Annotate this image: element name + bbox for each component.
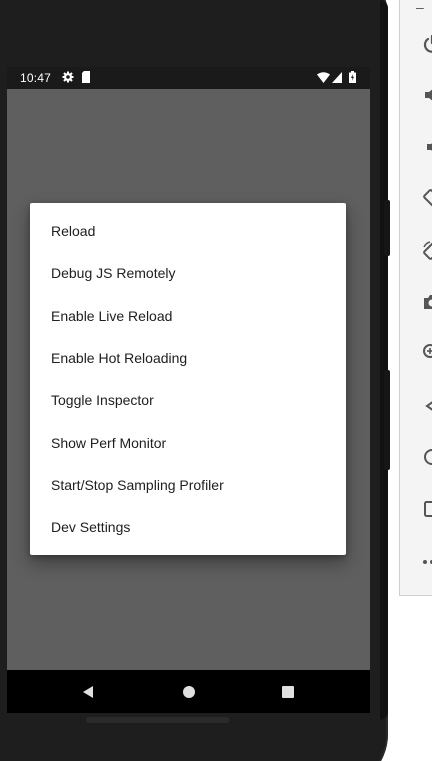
bottom-speaker-grill [86, 717, 230, 723]
navigation-bar [7, 670, 370, 713]
home-icon[interactable] [177, 680, 201, 704]
gear-icon [62, 71, 74, 83]
device-screen: 10:47 Reload Debug JS Remotely Enable Li… [7, 67, 370, 713]
signal-icon [332, 71, 342, 83]
rotate-left-icon[interactable] [418, 184, 432, 212]
rotate-right-icon[interactable] [418, 237, 432, 265]
recents-icon[interactable] [276, 680, 300, 704]
minimize-button[interactable]: – [416, 0, 424, 15]
battery-icon [349, 71, 356, 83]
side-power-button[interactable] [384, 200, 390, 256]
volume-up-icon[interactable] [418, 81, 432, 109]
menu-item-reload[interactable]: Reload [30, 210, 346, 252]
status-bar: 10:47 [7, 67, 370, 89]
home-icon[interactable] [418, 443, 432, 471]
back-icon[interactable] [418, 392, 432, 420]
phone-edge [380, 0, 388, 720]
overview-icon[interactable] [418, 495, 432, 523]
wifi-icon [317, 71, 330, 83]
menu-item-enable-hot-reloading[interactable]: Enable Hot Reloading [30, 337, 346, 379]
more-icon[interactable] [418, 548, 432, 576]
emulator-window: 10:47 Reload Debug JS Remotely Enable Li… [0, 0, 432, 761]
dev-menu-dialog: Reload Debug JS Remotely Enable Live Rel… [30, 203, 346, 555]
camera-icon[interactable] [418, 288, 432, 316]
menu-item-debug-js-remotely[interactable]: Debug JS Remotely [30, 252, 346, 294]
zoom-icon[interactable] [418, 339, 432, 367]
status-time: 10:47 [20, 71, 52, 85]
back-icon[interactable] [76, 680, 100, 704]
power-icon[interactable] [418, 30, 432, 58]
side-volume-button[interactable] [384, 370, 390, 470]
sd-card-icon [81, 71, 91, 83]
menu-item-show-perf-monitor[interactable]: Show Perf Monitor [30, 421, 346, 463]
menu-item-enable-live-reload[interactable]: Enable Live Reload [30, 295, 346, 337]
menu-item-sampling-profiler[interactable]: Start/Stop Sampling Profiler [30, 464, 346, 506]
menu-item-dev-settings[interactable]: Dev Settings [30, 506, 346, 548]
emulator-toolbar: – [399, 0, 432, 596]
menu-item-toggle-inspector[interactable]: Toggle Inspector [30, 379, 346, 421]
volume-down-icon[interactable] [418, 133, 432, 161]
